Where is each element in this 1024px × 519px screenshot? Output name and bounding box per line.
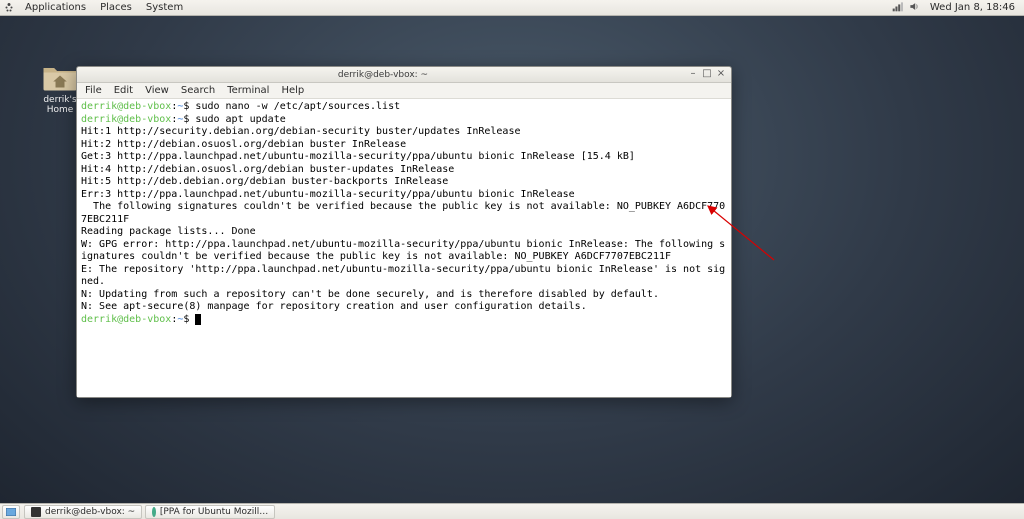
terminal-window: derrik@deb-vbox: ~ – □ × File Edit View …	[76, 66, 732, 398]
top-menu-applications[interactable]: Applications	[18, 0, 93, 16]
bottom-panel: derrik@deb-vbox: ~ [PPA for Ubuntu Mozil…	[0, 503, 1024, 519]
window-close-button[interactable]: ×	[715, 69, 727, 81]
top-panel: Applications Places System Wed Jan 8, 18…	[0, 0, 1024, 16]
window-title: derrik@deb-vbox: ~	[81, 70, 685, 80]
browser-icon	[152, 507, 156, 517]
terminal-menubar: File Edit View Search Terminal Help	[77, 83, 731, 99]
window-minimize-button[interactable]: –	[687, 69, 699, 81]
show-desktop-button[interactable]	[2, 505, 20, 519]
top-menu-places[interactable]: Places	[93, 0, 139, 16]
menu-edit[interactable]: Edit	[108, 85, 139, 96]
taskbar-item-browser[interactable]: [PPA for Ubuntu Mozill…	[145, 505, 275, 519]
network-tray-icon[interactable]	[889, 1, 906, 15]
clock[interactable]: Wed Jan 8, 18:46	[923, 0, 1022, 16]
window-maximize-button[interactable]: □	[701, 69, 713, 81]
menu-help[interactable]: Help	[275, 85, 310, 96]
menu-file[interactable]: File	[79, 85, 108, 96]
taskbar-item-terminal[interactable]: derrik@deb-vbox: ~	[24, 505, 142, 519]
menu-view[interactable]: View	[139, 85, 175, 96]
menu-search[interactable]: Search	[175, 85, 221, 96]
folder-home-icon	[41, 62, 79, 92]
volume-tray-icon[interactable]	[906, 1, 923, 15]
window-titlebar[interactable]: derrik@deb-vbox: ~ – □ ×	[77, 67, 731, 83]
taskbar-item-label: [PPA for Ubuntu Mozill…	[160, 505, 268, 519]
terminal-icon	[31, 507, 41, 517]
gnome-foot-icon	[2, 1, 16, 15]
taskbar-item-label: derrik@deb-vbox: ~	[45, 505, 135, 519]
top-menu-system[interactable]: System	[139, 0, 190, 16]
terminal-output[interactable]: derrik@deb-vbox:~$ sudo nano -w /etc/apt…	[77, 99, 731, 397]
desktop-home-label: derrik's Home	[43, 95, 76, 115]
menu-terminal[interactable]: Terminal	[221, 85, 275, 96]
